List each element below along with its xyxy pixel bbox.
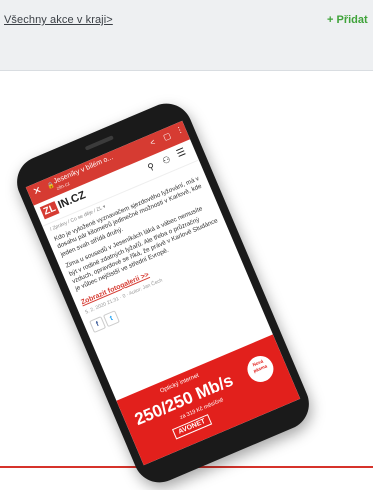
add-event-link[interactable]: + Přidat <box>327 14 368 26</box>
ad-brand-logo: AVONET <box>171 414 212 440</box>
site-logo[interactable]: ZL <box>39 201 60 220</box>
phone-speaker <box>84 135 114 151</box>
more-icon[interactable]: ⋮ <box>174 124 185 135</box>
search-icon[interactable]: ⚲ <box>146 161 156 174</box>
user-icon[interactable]: ⚇ <box>161 154 173 167</box>
phone-mockup: ✕ 🔒 Jeseníky v bílém o... zlin.cz < ▢ ⋮ … <box>9 95 317 490</box>
all-events-link[interactable]: Všechny akce v kraji> <box>4 14 113 26</box>
ad-badge: Nová pásma <box>243 351 278 387</box>
top-bar: Všechny akce v kraji> + Přidat <box>0 0 373 71</box>
twitter-icon[interactable]: t <box>102 310 120 328</box>
menu-icon[interactable]: ☰ <box>175 146 188 160</box>
ad-banner[interactable]: Optický internet 250/250 Mb/s za 319 Kč … <box>116 334 301 466</box>
close-icon[interactable]: ✕ <box>32 185 44 198</box>
bookmark-icon[interactable]: ▢ <box>162 131 172 142</box>
share-icon[interactable]: < <box>149 137 157 147</box>
phone-screen: ✕ 🔒 Jeseníky v bílém o... zlin.cz < ▢ ⋮ … <box>25 120 301 466</box>
